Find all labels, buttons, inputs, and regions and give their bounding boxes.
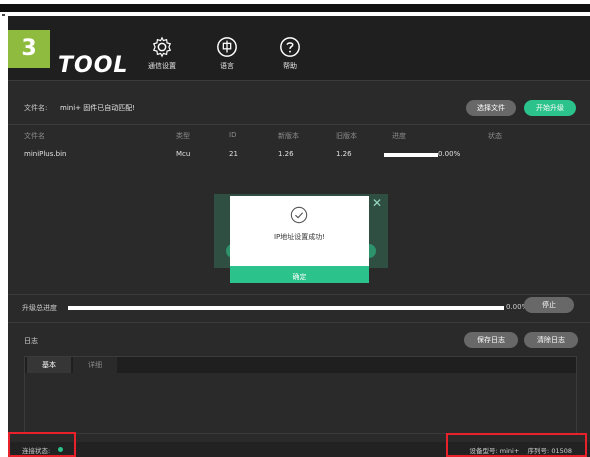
- nav-help[interactable]: 帮助: [262, 36, 318, 71]
- close-icon[interactable]: ✕: [372, 196, 382, 210]
- nav-label: 语言: [220, 62, 234, 70]
- select-file-button[interactable]: 选择文件: [466, 100, 516, 116]
- stop-button[interactable]: 停止: [524, 297, 574, 313]
- check-circle-icon: [290, 206, 308, 224]
- column-header: ID: [229, 131, 237, 139]
- cell-new-version: 1.26: [278, 150, 294, 158]
- gear-icon: [152, 36, 172, 58]
- app-logo: TOOL: [58, 53, 129, 78]
- tab-basic[interactable]: 基本: [27, 357, 71, 373]
- file-name-value: mini+ 固件已自动匹配!: [60, 104, 136, 112]
- cell-old-version: 1.26: [336, 150, 352, 158]
- app-window: TOOL 通信设置 语言 帮助 文件名: mini+ 固件已自动匹配! 选择文件…: [8, 16, 590, 457]
- language-icon: [217, 37, 237, 57]
- window-top-strip: [0, 0, 590, 16]
- header-divider: [8, 80, 590, 81]
- window-border-stripe: [0, 4, 590, 12]
- row-progress-percent: 0.00%: [438, 150, 461, 158]
- app-header: TOOL 通信设置 语言 帮助: [8, 16, 590, 80]
- window-corner-mark: [2, 14, 5, 16]
- log-top-divider: [8, 322, 590, 323]
- column-header: 状态: [488, 132, 502, 140]
- total-progress-bar: [68, 306, 504, 310]
- column-header: 文件名: [24, 132, 45, 140]
- clear-log-button[interactable]: 清除日志: [524, 332, 578, 348]
- table-row[interactable]: miniPlus.bin Mcu 21 1.26 1.26: [16, 148, 582, 162]
- file-name-label: 文件名:: [24, 104, 48, 112]
- dialog-message: IP地址设置成功!: [273, 233, 326, 241]
- total-progress: 升级总进度 0.00%: [16, 301, 582, 315]
- highlight-box-connection: [8, 432, 76, 457]
- nav-label: 帮助: [283, 62, 297, 70]
- column-header: 类型: [176, 132, 190, 140]
- total-progress-label: 升级总进度: [22, 304, 57, 312]
- cell-id: 21: [229, 150, 238, 158]
- nav-label: 通信设置: [148, 62, 176, 70]
- cell-type: Mcu: [176, 150, 191, 158]
- highlight-box-device-info: [446, 433, 587, 457]
- row-progress-bar: [384, 153, 438, 157]
- table-top-divider: [8, 124, 590, 125]
- column-header: 旧版本: [336, 132, 357, 140]
- help-icon: [280, 37, 300, 57]
- step-badge: 3: [8, 30, 50, 68]
- start-upgrade-button[interactable]: 开始升级: [524, 100, 576, 116]
- nav-comm-settings[interactable]: 通信设置: [134, 36, 190, 71]
- dialog-ok-button[interactable]: 确定: [230, 266, 369, 283]
- column-header: 新版本: [278, 132, 299, 140]
- file-bar: 文件名: mini+ 固件已自动匹配! 选择文件 开始升级: [16, 100, 580, 116]
- success-dialog: IP地址设置成功! 确定: [230, 196, 369, 283]
- save-log-button[interactable]: 保存日志: [464, 332, 518, 348]
- column-header: 进度: [392, 132, 406, 140]
- nav-language[interactable]: 语言: [199, 36, 255, 71]
- progress-top-divider: [8, 294, 590, 295]
- log-panel: 基本 详细: [24, 356, 577, 434]
- log-tabs: 基本 详细: [25, 357, 576, 373]
- cell-file: miniPlus.bin: [24, 150, 67, 158]
- tab-detail[interactable]: 详细: [73, 357, 117, 373]
- table-header: 文件名 类型 ID 新版本 旧版本 进度 状态: [16, 129, 582, 143]
- log-title: 日志: [24, 337, 38, 345]
